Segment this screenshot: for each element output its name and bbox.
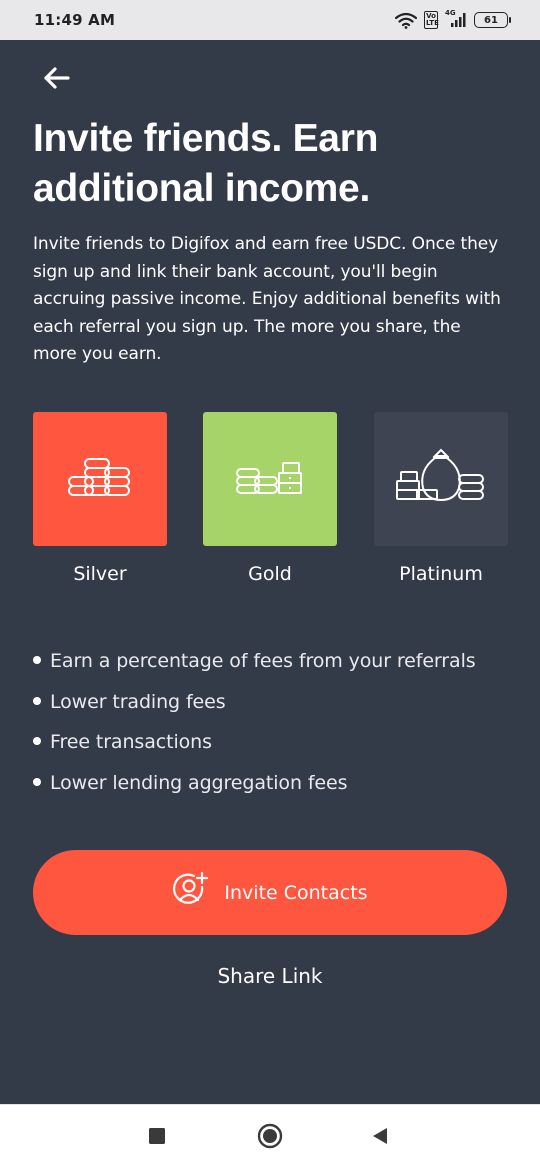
- invite-contacts-button[interactable]: Invite Contacts: [33, 850, 507, 935]
- system-nav-bar: [0, 1104, 540, 1170]
- invite-screen: Invite friends. Earn additional income. …: [0, 40, 540, 1104]
- page-title: Invite friends. Earn additional income.: [33, 117, 379, 210]
- lte-icon: Vo LTE: [424, 11, 439, 29]
- benefit-text: Lower lending aggregation fees: [50, 771, 348, 794]
- coins-stack-icon: [67, 456, 133, 503]
- signal-icon: 4G: [445, 9, 467, 28]
- tier-label-platinum: Platinum: [399, 563, 483, 585]
- back-button[interactable]: [42, 62, 82, 98]
- recent-apps-icon: [149, 1127, 165, 1149]
- invite-contacts-label: Invite Contacts: [224, 881, 368, 904]
- benefit-list: Earn a percentage of fees from your refe…: [33, 641, 513, 803]
- tier-card-gold: [203, 412, 337, 546]
- bullet-icon: [33, 737, 41, 746]
- tier-card-silver: [33, 412, 167, 546]
- tier-platinum[interactable]: Platinum: [374, 412, 508, 585]
- recent-apps-button[interactable]: [127, 1105, 187, 1170]
- tier-card-platinum: [374, 412, 508, 546]
- battery-level: 61: [484, 14, 498, 26]
- benefit-text: Lower trading fees: [50, 690, 226, 713]
- back-triangle-icon: [372, 1127, 388, 1150]
- coins-bills-icon: [235, 457, 305, 502]
- status-icons: Vo LTE 4G 61: [395, 9, 511, 29]
- home-button[interactable]: [240, 1105, 300, 1170]
- battery-icon: 61: [474, 12, 511, 28]
- list-item: Lower trading fees: [33, 682, 513, 723]
- home-icon: [257, 1123, 283, 1154]
- list-item: Lower lending aggregation fees: [33, 763, 513, 804]
- add-user-icon: [172, 871, 210, 914]
- money-bag-icon: [395, 448, 487, 511]
- bullet-icon: [33, 777, 41, 786]
- wifi-icon: [395, 12, 417, 29]
- bullet-icon: [33, 696, 41, 705]
- tier-label-gold: Gold: [248, 563, 292, 585]
- tier-list: Silver Gold Platinum: [33, 412, 508, 592]
- tier-silver[interactable]: Silver: [33, 412, 167, 585]
- share-link-button[interactable]: Share Link: [170, 958, 370, 994]
- status-bar: 11:49 AM Vo LTE 4G 61: [0, 0, 540, 40]
- benefit-text: Earn a percentage of fees from your refe…: [50, 650, 476, 673]
- list-item: Earn a percentage of fees from your refe…: [33, 641, 513, 682]
- arrow-left-icon: [42, 66, 70, 95]
- page-description: Invite friends to Digifox and earn free …: [33, 234, 501, 364]
- back-nav-button[interactable]: [350, 1105, 410, 1170]
- tier-gold[interactable]: Gold: [203, 412, 337, 585]
- list-item: Free transactions: [33, 722, 513, 763]
- status-time: 11:49 AM: [34, 11, 116, 29]
- tier-label-silver: Silver: [73, 563, 127, 585]
- benefit-text: Free transactions: [50, 731, 212, 754]
- bullet-icon: [33, 656, 41, 665]
